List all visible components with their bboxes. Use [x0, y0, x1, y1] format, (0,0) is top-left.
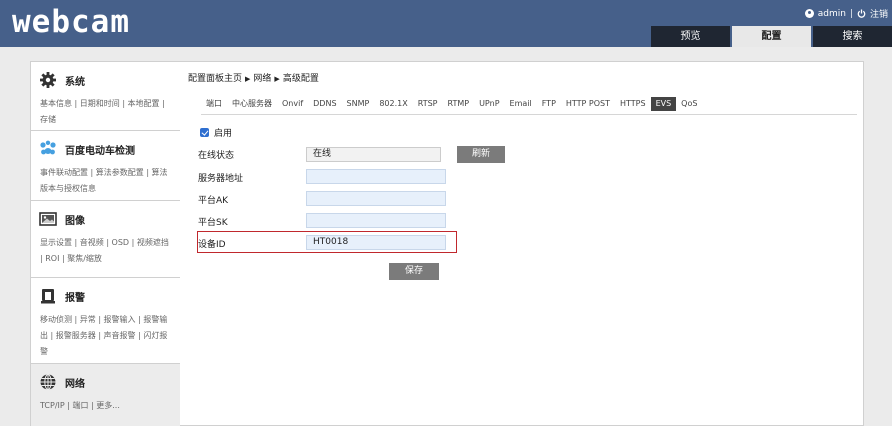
- tab-config[interactable]: 配置: [732, 26, 811, 47]
- breadcrumb-home[interactable]: 配置面板主页: [188, 74, 242, 84]
- gear-icon: [39, 71, 57, 89]
- sidebar-title-label: 系统: [65, 76, 85, 88]
- sidebar-section-title[interactable]: 网络: [39, 373, 85, 391]
- sidebar-title-label: 图像: [65, 215, 85, 227]
- subtab-8021x[interactable]: 802.1X: [374, 97, 412, 111]
- refresh-button[interactable]: 刷新: [457, 146, 505, 163]
- device-id-label: 设备ID: [198, 240, 226, 250]
- online-status-label: 在线状态: [198, 151, 235, 161]
- subtab-upnp[interactable]: UPnP: [474, 97, 504, 111]
- subtab-port[interactable]: 端口: [201, 97, 227, 111]
- enable-checkbox[interactable]: [200, 128, 209, 137]
- sidebar-title-label: 百度电动车检测: [65, 145, 135, 157]
- device-id-input[interactable]: HT0018: [306, 235, 446, 250]
- sidebar-title-label: 网络: [65, 378, 85, 390]
- breadcrumb-network[interactable]: 网络: [253, 74, 271, 84]
- subtab-divider: [201, 114, 857, 115]
- config-panel: 系统 基本信息 | 日期和时间 | 本地配置 | 存储 百度电动车检测 事件联动…: [30, 61, 864, 426]
- logout-link[interactable]: 注销: [870, 7, 888, 20]
- subtab-https[interactable]: HTTPS: [615, 97, 651, 111]
- enable-label[interactable]: 启用: [214, 126, 232, 139]
- content-area: 配置面板主页 ▶ 网络 ▶ 高级配置 端口 中心服务器 Onvif DDNS SNMP …: [181, 62, 865, 426]
- breadcrumb-arrow: ▶: [245, 75, 251, 83]
- cluster-icon: [39, 140, 57, 158]
- sidebar-section-alarm[interactable]: 报警 移动侦测 | 异常 | 报警输入 | 报警输出 | 报警服务器 | 声音报…: [31, 278, 180, 364]
- sidebar-section-links[interactable]: 事件联动配置 | 算法参数配置 | 算法版本与授权信息: [40, 165, 174, 197]
- subtab-ftp[interactable]: FTP: [537, 97, 561, 111]
- sidebar-section-image[interactable]: 图像 显示设置 | 音视频 | OSD | 视频遮挡 | ROI | 聚焦/缩放: [31, 201, 180, 278]
- subtab-rtmp[interactable]: RTMP: [442, 97, 474, 111]
- subtab-http-post[interactable]: HTTP POST: [561, 97, 615, 111]
- user-bar: admin | 注销: [804, 7, 888, 20]
- username[interactable]: admin: [818, 9, 846, 19]
- subtab-onvif[interactable]: Onvif: [277, 97, 308, 111]
- subtab-rtsp[interactable]: RTSP: [413, 97, 443, 111]
- user-icon: [804, 9, 814, 18]
- subtab-snmp[interactable]: SNMP: [342, 97, 375, 111]
- breadcrumb-current: 高级配置: [282, 74, 319, 84]
- subtab-evs[interactable]: EVS: [650, 97, 677, 111]
- sidebar-section-title[interactable]: 报警: [39, 287, 85, 305]
- sidebar-section-title[interactable]: 百度电动车检测: [39, 140, 135, 158]
- subtab-center-server[interactable]: 中心服务器: [227, 97, 277, 111]
- subtab-qos[interactable]: QoS: [676, 97, 702, 111]
- alarm-icon: [39, 287, 57, 305]
- platform-sk-label: 平台SK: [198, 218, 228, 228]
- breadcrumb: 配置面板主页 ▶ 网络 ▶ 高级配置: [188, 71, 319, 84]
- sidebar-section-ebike-detection[interactable]: 百度电动车检测 事件联动配置 | 算法参数配置 | 算法版本与授权信息: [31, 131, 180, 201]
- server-address-input[interactable]: [306, 169, 446, 184]
- platform-sk-input[interactable]: [306, 213, 446, 228]
- subtab-email[interactable]: Email: [505, 97, 537, 111]
- top-header: webcam admin | 注销 预览 配置 搜索: [0, 0, 892, 47]
- enable-row: 启用: [200, 126, 232, 139]
- save-button[interactable]: 保存: [389, 263, 439, 280]
- user-bar-separator: |: [849, 8, 853, 19]
- globe-icon: [39, 373, 57, 391]
- sidebar-section-links[interactable]: 基本信息 | 日期和时间 | 本地配置 | 存储: [40, 96, 174, 128]
- platform-ak-label: 平台AK: [198, 196, 229, 206]
- sidebar-section-title[interactable]: 图像: [39, 210, 85, 228]
- sidebar-title-label: 报警: [65, 292, 85, 304]
- sidebar-section-links[interactable]: 显示设置 | 音视频 | OSD | 视频遮挡 | ROI | 聚焦/缩放: [40, 235, 174, 267]
- brand-logo: webcam: [12, 4, 130, 40]
- server-address-label: 服务器地址: [198, 174, 244, 184]
- platform-ak-input[interactable]: [306, 191, 446, 206]
- subtab-bar: 端口 中心服务器 Onvif DDNS SNMP 802.1X RTSP RTM…: [201, 97, 702, 111]
- main-tabs: 预览 配置 搜索: [651, 26, 892, 47]
- subtab-ddns[interactable]: DDNS: [308, 97, 341, 111]
- image-icon: [39, 210, 57, 228]
- sidebar: 系统 基本信息 | 日期和时间 | 本地配置 | 存储 百度电动车检测 事件联动…: [31, 62, 180, 426]
- sidebar-section-links[interactable]: TCP/IP | 端口 | 更多...: [40, 398, 174, 414]
- sidebar-section-system[interactable]: 系统 基本信息 | 日期和时间 | 本地配置 | 存储: [31, 62, 180, 131]
- power-icon[interactable]: [857, 9, 866, 18]
- online-status-field: 在线: [306, 147, 441, 162]
- sidebar-section-links[interactable]: 移动侦测 | 异常 | 报警输入 | 报警输出 | 报警服务器 | 声音报警 |…: [40, 312, 174, 360]
- tab-search[interactable]: 搜索: [813, 26, 892, 47]
- sidebar-section-network[interactable]: 网络 TCP/IP | 端口 | 更多...: [31, 364, 180, 426]
- sidebar-section-title[interactable]: 系统: [39, 71, 85, 89]
- breadcrumb-arrow: ▶: [274, 75, 280, 83]
- tab-preview[interactable]: 预览: [651, 26, 730, 47]
